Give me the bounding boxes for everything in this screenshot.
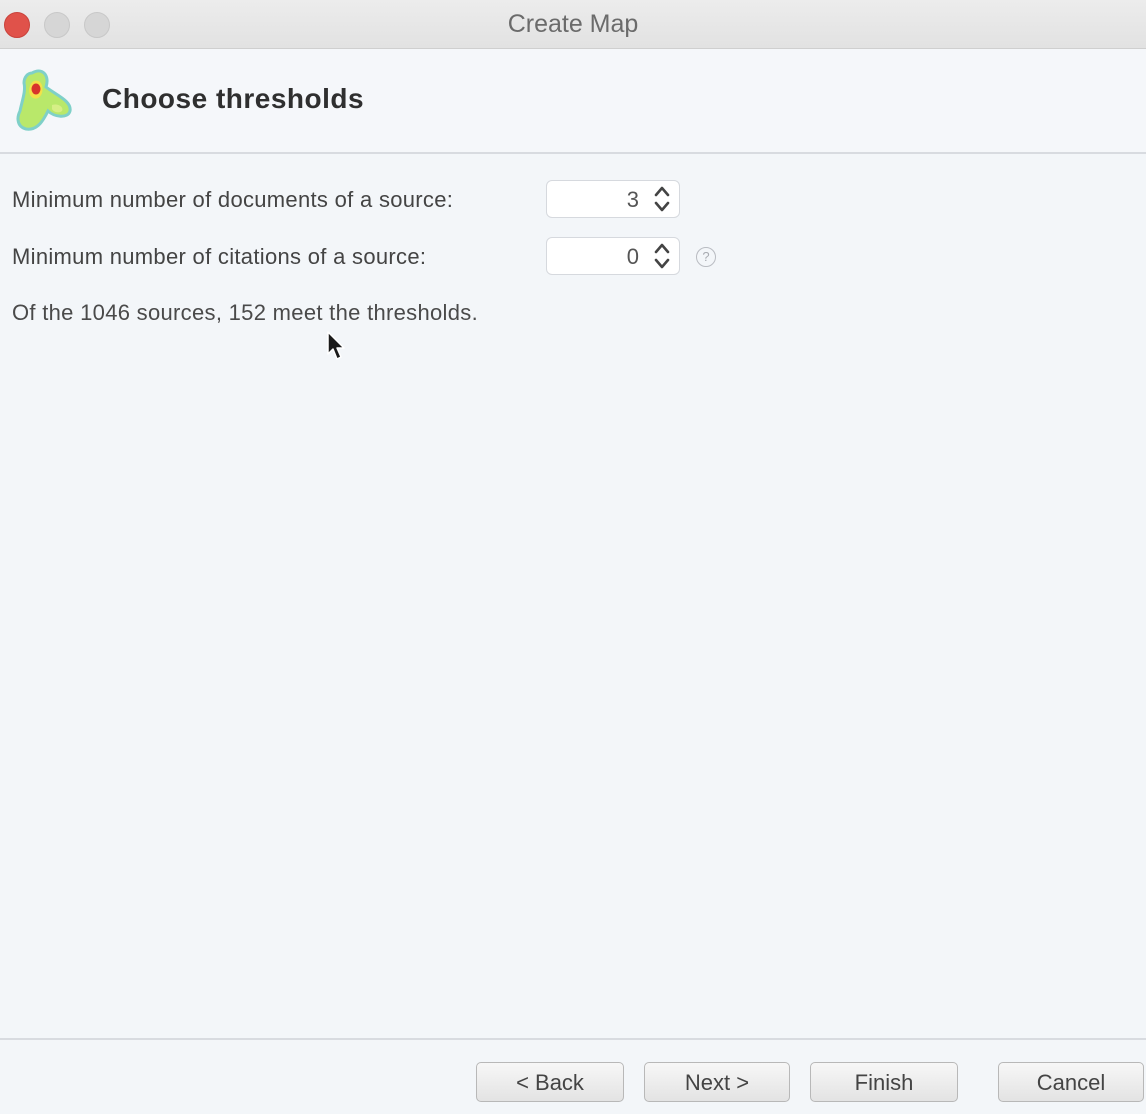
threshold-summary: Of the 1046 sources, 152 meet the thresh… (12, 300, 478, 325)
min-citations-label: Minimum number of citations of a source: (12, 244, 427, 269)
window-title: Create Map (507, 10, 639, 38)
back-button[interactable]: < Back (476, 1062, 624, 1102)
min-documents-value[interactable]: 3 (627, 187, 639, 213)
min-citations-spinner[interactable]: 0 (546, 237, 680, 275)
page-title: Choose thresholds (102, 83, 365, 114)
finish-button[interactable]: Finish (810, 1062, 958, 1102)
min-citations-value[interactable]: 0 (627, 244, 639, 270)
create-map-dialog: Create Map Choose thresholds Minimum num… (0, 0, 1146, 1114)
next-button[interactable]: Next > (644, 1062, 790, 1102)
mouse-cursor-icon (327, 331, 345, 360)
spinner-arrows-icon[interactable] (651, 183, 673, 215)
title-bar: Create Map (0, 0, 1146, 49)
min-documents-label: Minimum number of documents of a source: (12, 187, 454, 212)
vosviewer-logo-icon (16, 69, 72, 131)
help-icon[interactable]: ? (696, 247, 716, 267)
wizard-header: Choose thresholds (0, 49, 1146, 154)
min-documents-spinner[interactable]: 3 (546, 180, 680, 218)
footer-divider (0, 1038, 1146, 1040)
spinner-arrows-icon[interactable] (651, 240, 673, 272)
cancel-button[interactable]: Cancel (998, 1062, 1144, 1102)
